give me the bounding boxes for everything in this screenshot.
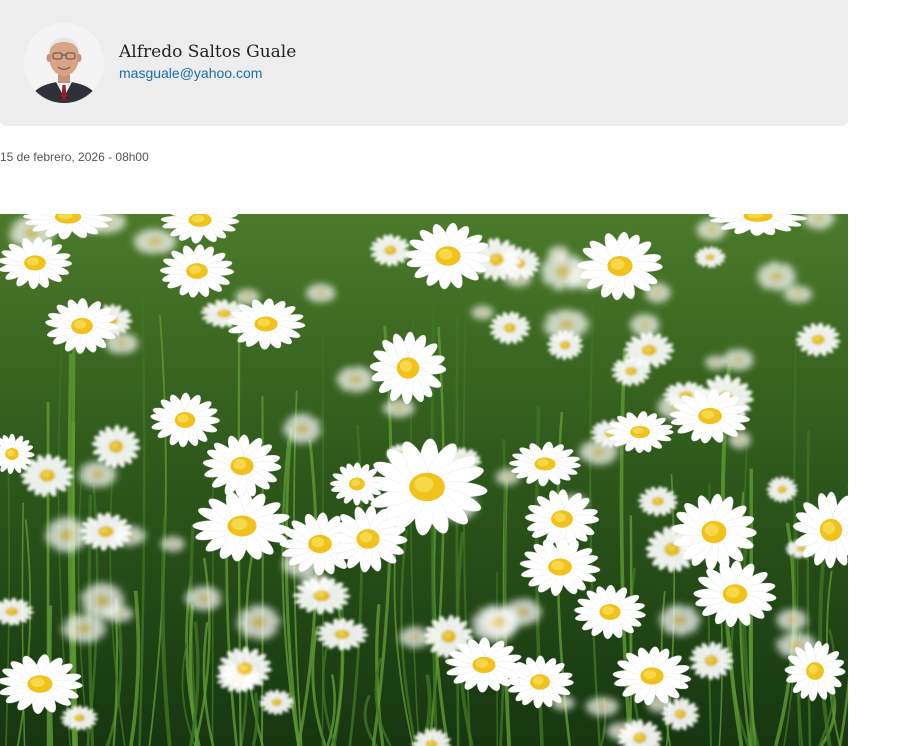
author-avatar[interactable] [24, 23, 104, 103]
publication-date: 15 de febrero, 2026 - 08h00 [0, 150, 149, 164]
hero-image [0, 214, 848, 746]
author-email-link[interactable]: masguale@yahoo.com [119, 65, 262, 81]
author-name: Alfredo Saltos Guale [119, 42, 297, 62]
author-card: Alfredo Saltos Guale masguale@yahoo.com [0, 0, 848, 126]
article-page: Alfredo Saltos Guale masguale@yahoo.com … [0, 0, 915, 746]
